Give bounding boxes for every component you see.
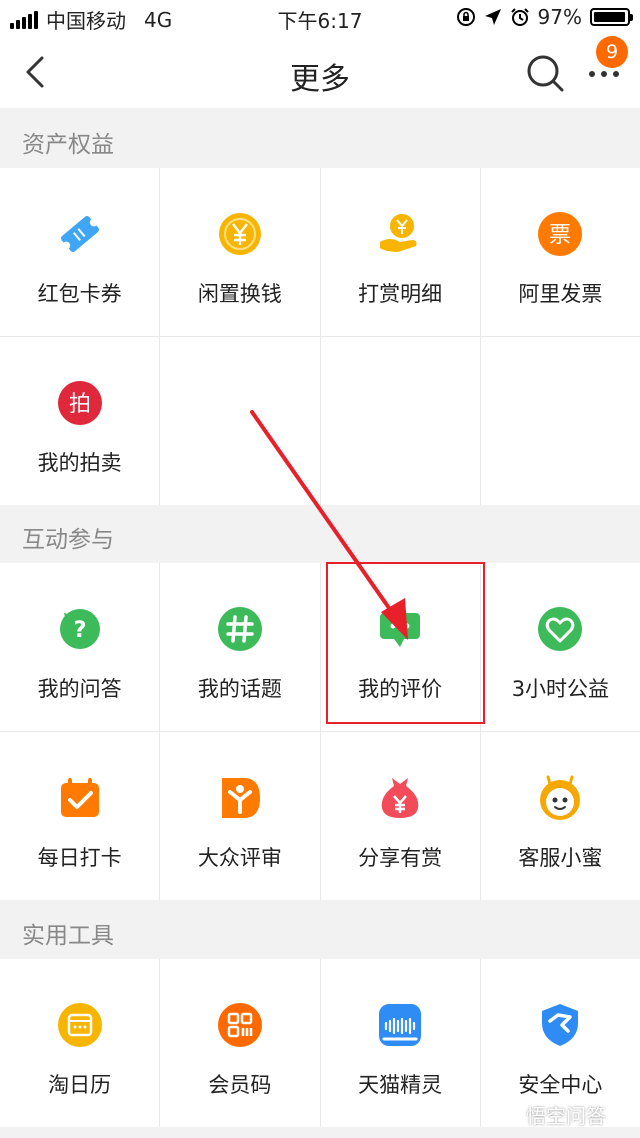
carrier-name: 中国移动 bbox=[46, 9, 126, 33]
grid-item-idle-cash[interactable]: 闲置换钱 bbox=[160, 168, 320, 336]
grid-item-label: 我的话题 bbox=[197, 677, 282, 701]
smart-speaker-icon bbox=[379, 1004, 422, 1046]
grid-item-tao-calendar[interactable]: 淘日历 bbox=[0, 959, 160, 1127]
qr-code-icon bbox=[217, 1003, 262, 1047]
grid-empty-cell bbox=[160, 337, 320, 505]
grid-item-label: 客服小蜜 bbox=[518, 846, 603, 870]
battery-fill bbox=[594, 12, 626, 22]
section-header-assets: 资产权益 bbox=[0, 116, 640, 174]
nav-bar: 更多 9 bbox=[0, 36, 640, 108]
bee-mascot-icon bbox=[540, 775, 581, 820]
notification-badge: 9 bbox=[596, 36, 628, 68]
watermark-logo-icon bbox=[501, 1104, 521, 1125]
reward-hand-icon bbox=[380, 214, 417, 252]
watermark-text: 悟空问答 bbox=[526, 1104, 606, 1128]
status-left: 中国移动 4G bbox=[10, 5, 172, 34]
grid-item-label: 3小时公益 bbox=[511, 677, 610, 701]
network-type: 4G bbox=[144, 7, 173, 32]
grid-empty-cell bbox=[480, 337, 640, 505]
grid-item-my-topics[interactable]: 我的话题 bbox=[160, 563, 320, 731]
alarm-icon bbox=[510, 8, 529, 26]
rotation-lock-icon bbox=[456, 8, 475, 26]
hashtag-icon bbox=[217, 607, 262, 651]
ticket-icon bbox=[60, 215, 99, 253]
back-arrow-icon[interactable] bbox=[18, 52, 58, 92]
grid-item-label: 闲置换钱 bbox=[197, 282, 282, 306]
grid-item-label: 我的问答 bbox=[37, 677, 122, 701]
charity-heart-icon bbox=[538, 607, 583, 651]
svg-text:拍: 拍 bbox=[69, 392, 91, 417]
review-badge-icon bbox=[221, 778, 260, 818]
grid-assets: 红包卡券 闲置换钱 打赏明细 票 阿里发票 拍 我的拍卖 bbox=[0, 168, 640, 505]
grid-item-label: 每日打卡 bbox=[37, 846, 122, 870]
grid-item-public-review[interactable]: 大众评审 bbox=[160, 732, 320, 900]
grid-item-tmall-genie[interactable]: 天猫精灵 bbox=[320, 959, 480, 1127]
grid-item-charity[interactable]: 3小时公益 bbox=[480, 563, 640, 731]
grid-item-share-reward[interactable]: 分享有赏 bbox=[320, 732, 480, 900]
question-bubble-icon: ? bbox=[59, 609, 100, 649]
grid-item-label: 打赏明细 bbox=[358, 282, 443, 306]
watermark: 悟空问答 bbox=[500, 1100, 606, 1129]
status-bar: 中国移动 4G 下午6:17 97% bbox=[0, 0, 640, 36]
grid-item-label: 分享有赏 bbox=[358, 846, 443, 870]
comment-icon bbox=[380, 613, 421, 647]
auction-icon: 拍 bbox=[57, 381, 102, 425]
battery-percent: 97% bbox=[537, 5, 582, 29]
grid-item-customer-service[interactable]: 客服小蜜 bbox=[480, 732, 640, 900]
invoice-icon: 票 bbox=[538, 212, 583, 256]
grid-empty-cell bbox=[320, 337, 480, 505]
grid-item-label: 红包卡券 bbox=[37, 282, 122, 306]
grid-item-label: 淘日历 bbox=[48, 1073, 112, 1097]
battery-icon bbox=[590, 8, 633, 26]
grid-item-daily-checkin[interactable]: 每日打卡 bbox=[0, 732, 160, 900]
svg-text:票: 票 bbox=[549, 223, 571, 248]
grid-item-my-qa[interactable]: ? 我的问答 bbox=[0, 563, 160, 731]
grid-item-my-reviews[interactable]: 我的评价 bbox=[320, 563, 480, 731]
grid-item-label: 会员码 bbox=[208, 1073, 272, 1097]
grid-item-label: 天猫精灵 bbox=[358, 1073, 443, 1097]
grid-item-label: 大众评审 bbox=[197, 846, 282, 870]
search-icon[interactable] bbox=[524, 52, 566, 94]
yuan-coin-icon bbox=[218, 213, 261, 255]
grid-item-coupons[interactable]: 红包卡券 bbox=[0, 168, 160, 336]
grid-item-my-auction[interactable]: 拍 我的拍卖 bbox=[0, 337, 160, 505]
grid-interaction: ? 我的问答 我的话题 我的评价 3小时公益 每日打卡 大众评审 分享有赏 客服… bbox=[0, 563, 640, 900]
money-bag-icon bbox=[381, 778, 419, 818]
signal-strength-icon bbox=[10, 10, 38, 29]
shield-icon bbox=[542, 1004, 579, 1046]
grid-item-label: 我的评价 bbox=[358, 677, 443, 701]
grid-item-label: 我的拍卖 bbox=[37, 451, 122, 475]
grid-item-label: 阿里发票 bbox=[518, 282, 603, 306]
location-arrow-icon bbox=[484, 9, 501, 25]
grid-item-label: 安全中心 bbox=[518, 1073, 603, 1097]
grid-item-ali-invoice[interactable]: 票 阿里发票 bbox=[480, 168, 640, 336]
grid-item-member-code[interactable]: 会员码 bbox=[160, 959, 320, 1127]
calendar-icon bbox=[57, 1003, 102, 1047]
section-header-interaction: 互动参与 bbox=[0, 511, 640, 569]
svg-text:?: ? bbox=[73, 618, 86, 643]
status-right: 97% bbox=[456, 5, 633, 29]
section-header-tools: 实用工具 bbox=[0, 907, 640, 965]
calendar-check-icon bbox=[60, 778, 99, 817]
grid-item-reward-detail[interactable]: 打赏明细 bbox=[320, 168, 480, 336]
